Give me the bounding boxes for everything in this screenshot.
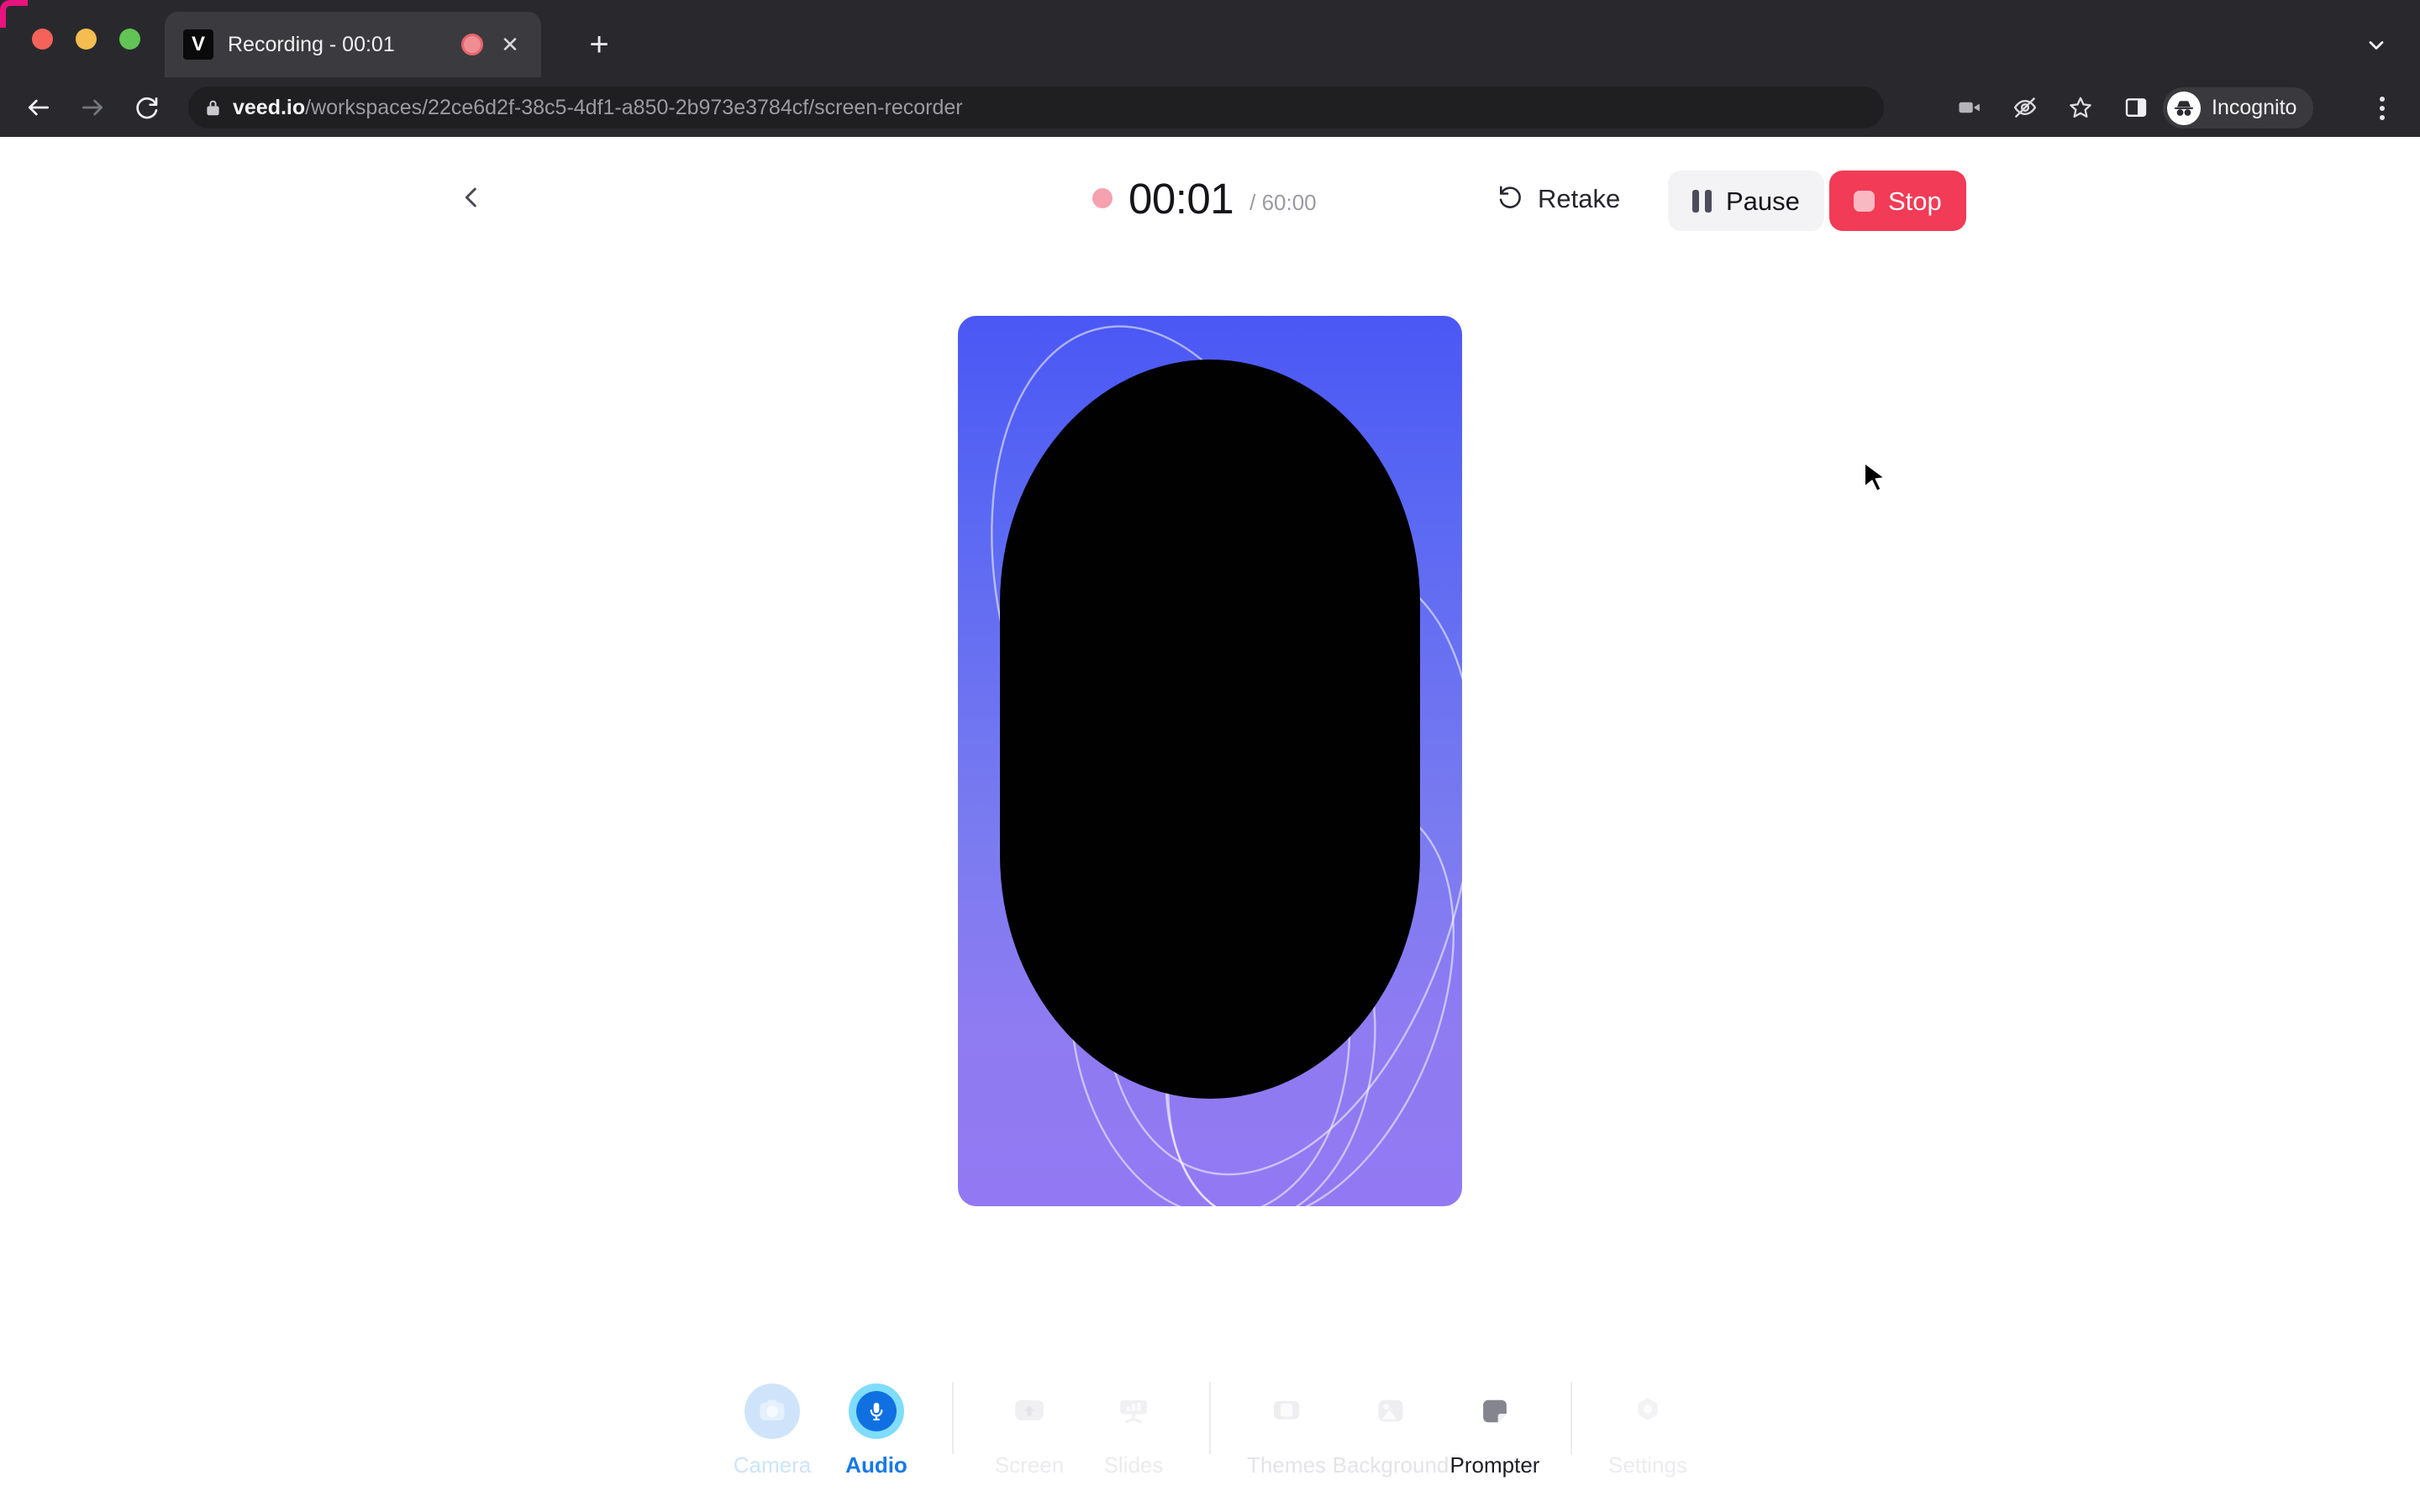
back-button[interactable] <box>17 86 60 129</box>
pause-label: Pause <box>1726 186 1800 216</box>
toolbar-label-settings: Settings <box>1608 1452 1687 1478</box>
retake-button[interactable]: Retake <box>1497 176 1620 220</box>
camera-icon <box>744 1383 800 1439</box>
pause-button[interactable]: Pause <box>1668 171 1824 231</box>
close-window-button[interactable] <box>32 29 53 50</box>
omnibox-action-icons <box>1948 86 2158 129</box>
toolbar-label-slides: Slides <box>1103 1452 1164 1478</box>
toolbar-item-themes[interactable]: Themes <box>1234 1372 1339 1476</box>
camera-feed <box>1000 360 1420 1099</box>
time-limit: / 60:00 <box>1249 190 1317 215</box>
veed-favicon-icon: V <box>183 29 213 60</box>
reload-button[interactable] <box>124 86 168 129</box>
pause-icon <box>1692 189 1712 213</box>
tab-title: Recording - 00:01 <box>228 32 395 56</box>
recording-status-dot-icon <box>1092 188 1113 208</box>
microphone-icon <box>849 1383 904 1439</box>
tab-recording-dot-icon <box>461 34 483 55</box>
toolbar-item-prompter[interactable]: Prompter <box>1443 1372 1547 1476</box>
rotate-ccw-icon <box>1497 183 1524 214</box>
mouse-cursor <box>1864 461 1887 493</box>
toolbar-divider-1 <box>952 1382 954 1454</box>
toolbar-label-themes: Themes <box>1247 1452 1326 1478</box>
url-path: /workspaces/22ce6d2f-38c5-4df1-a850-2b97… <box>305 97 963 118</box>
background-icon <box>1363 1383 1418 1439</box>
profile-label: Incognito <box>2212 96 2297 119</box>
eye-off-icon[interactable] <box>2003 86 2047 129</box>
tab-strip: V Recording - 00:01 ✕ + <box>0 0 2420 77</box>
close-tab-button[interactable]: ✕ <box>497 32 523 57</box>
toolbar-item-slides[interactable]: Slides <box>1081 1372 1186 1476</box>
navigation-bar: veed.io/workspaces/22ce6d2f-38c5-4df1-a8… <box>0 77 2420 137</box>
recorder-toolbar: Camera Audio Screen Slides Themes Backgr… <box>0 1372 2420 1512</box>
stop-square-icon <box>1854 190 1875 212</box>
browser-tab[interactable]: V Recording - 00:01 ✕ <box>165 12 541 77</box>
new-tab-button[interactable]: + <box>580 25 618 64</box>
gear-icon <box>1620 1383 1676 1439</box>
recorder-control-bar: 00:01 / 60:00 Retake Pause Stop <box>0 137 2420 259</box>
slides-icon <box>1106 1383 1161 1439</box>
side-panel-icon[interactable] <box>2114 86 2158 129</box>
veed-screen-recorder-page: 00:01 / 60:00 Retake Pause Stop Camera A… <box>0 137 2420 1512</box>
maximize-window-button[interactable] <box>119 29 140 50</box>
screen-share-icon <box>1002 1383 1057 1439</box>
forward-button[interactable] <box>71 86 114 129</box>
recording-preview[interactable] <box>958 316 1462 1206</box>
toolbar-divider-3 <box>1570 1382 1572 1454</box>
toolbar-item-background[interactable]: Background <box>1333 1372 1449 1476</box>
url-host: veed.io <box>233 97 306 118</box>
elapsed-time: 00:01 <box>1128 174 1234 223</box>
toolbar-divider-2 <box>1209 1382 1211 1454</box>
toolbar-label-audio: Audio <box>845 1452 908 1478</box>
toolbar-label-background: Background <box>1332 1452 1449 1478</box>
toolbar-label-camera: Camera <box>733 1452 812 1478</box>
themes-icon <box>1259 1383 1314 1439</box>
video-camera-icon[interactable] <box>1948 86 1991 129</box>
kebab-menu-icon[interactable] <box>2363 89 2402 128</box>
toolbar-label-prompter: Prompter <box>1449 1452 1540 1478</box>
recording-timer: 00:01 / 60:00 <box>1092 172 1317 224</box>
lock-icon <box>205 98 221 117</box>
profile-incognito-chip[interactable]: Incognito <box>2163 87 2314 129</box>
back-to-setup-button[interactable] <box>447 173 496 222</box>
address-bar[interactable]: veed.io/workspaces/22ce6d2f-38c5-4df1-a8… <box>188 87 1884 129</box>
stop-button[interactable]: Stop <box>1829 171 1966 231</box>
window-controls <box>32 29 140 50</box>
toolbar-item-audio[interactable]: Audio <box>824 1372 929 1476</box>
stop-label: Stop <box>1888 186 1942 216</box>
star-icon[interactable] <box>2059 86 2102 129</box>
toolbar-item-screen[interactable]: Screen <box>977 1372 1081 1476</box>
browser-window: V Recording - 00:01 ✕ + veed.io/workspac… <box>0 0 2420 1512</box>
browser-chrome: V Recording - 00:01 ✕ + veed.io/workspac… <box>0 0 2420 137</box>
tab-search-button[interactable] <box>2358 27 2395 64</box>
retake-label: Retake <box>1538 183 1621 213</box>
minimize-window-button[interactable] <box>76 29 97 50</box>
toolbar-item-settings[interactable]: Settings <box>1596 1372 1700 1476</box>
toolbar-item-camera[interactable]: Camera <box>720 1372 824 1476</box>
incognito-icon <box>2167 91 2201 125</box>
toolbar-label-screen: Screen <box>994 1452 1065 1478</box>
prompter-icon <box>1467 1383 1523 1439</box>
url-text: veed.io/workspaces/22ce6d2f-38c5-4df1-a8… <box>233 97 963 118</box>
